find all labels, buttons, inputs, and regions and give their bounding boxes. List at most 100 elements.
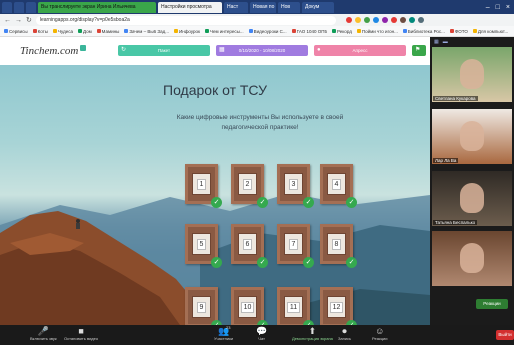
- share-screen-button[interactable]: ⬆ Демонстрация экрана: [292, 326, 333, 341]
- logo-badge-icon: [80, 45, 87, 51]
- bookmark-item[interactable]: ГАО 1040 ОП5: [291, 29, 327, 34]
- gift-card-number: 8: [331, 238, 342, 250]
- bookmark-item[interactable]: Для компьют...: [472, 29, 508, 34]
- bookmark-item[interactable]: ФОТО: [449, 29, 468, 34]
- browser-tab[interactable]: [14, 1, 24, 13]
- bookmark-item[interactable]: Видеоуроки С...: [248, 29, 287, 34]
- site-logo[interactable]: Tinchem.com: [20, 45, 110, 57]
- bookmark-item[interactable]: Библиотека Рос...: [402, 28, 445, 34]
- extension-icon[interactable]: [354, 17, 361, 23]
- gift-card[interactable]: 8 ✓: [320, 224, 357, 268]
- gift-card-frame: 7: [284, 233, 303, 255]
- browser-tab[interactable]: Докум: [302, 1, 334, 13]
- extension-icon[interactable]: [408, 17, 415, 23]
- reload-icon[interactable]: ↻: [26, 16, 32, 24]
- chat-button[interactable]: 💬 Чат: [256, 326, 267, 341]
- gift-card[interactable]: 7 ✓: [277, 224, 314, 268]
- gift-card[interactable]: 4 ✓: [320, 164, 357, 208]
- browser-tab[interactable]: Новая по: [250, 1, 276, 13]
- profile-avatar[interactable]: [417, 17, 424, 23]
- bookmark-label: Рекорд: [336, 28, 352, 34]
- bookmark-item[interactable]: Коты: [32, 29, 48, 34]
- url-input[interactable]: learningapps.org/display?v=p0e5sboa2a: [35, 15, 336, 25]
- bookmark-item[interactable]: Чем интересы...: [205, 29, 244, 34]
- header-pill[interactable]: ▦ 0/10/2020 - 10/08/2020: [216, 45, 308, 56]
- gift-card[interactable]: 10✓: [231, 287, 268, 325]
- bookmark-favicon-icon: [4, 29, 8, 33]
- gift-card-number: 4: [331, 178, 342, 190]
- browser-tab[interactable]: Вы транслируете экран Ирина Ильичева: [38, 1, 156, 13]
- gift-card-frame: 2: [238, 173, 257, 195]
- gift-card[interactable]: 3 ✓: [277, 164, 314, 208]
- participant-video-tile[interactable]: [432, 231, 512, 286]
- header-pill-label: Апресс: [352, 48, 368, 53]
- gift-card-number: 5: [196, 238, 207, 250]
- extension-icon[interactable]: [372, 17, 379, 23]
- browser-tab[interactable]: [26, 1, 36, 13]
- gift-card[interactable]: 12✓: [320, 287, 357, 325]
- gift-card-number: 10: [240, 301, 255, 313]
- extension-icon[interactable]: [381, 17, 388, 23]
- bookmark-favicon-icon: [472, 29, 477, 33]
- gift-card[interactable]: 1 ✓: [185, 164, 222, 208]
- reactions-button[interactable]: Реакции: [476, 299, 508, 309]
- close-icon[interactable]: ×: [506, 4, 510, 11]
- end-meeting-button[interactable]: Выйти: [496, 330, 514, 340]
- gift-card-frame: 4: [327, 173, 346, 195]
- bookmark-item[interactable]: Дом: [77, 29, 92, 34]
- gift-card[interactable]: 5 ✓: [185, 224, 222, 268]
- extension-icon[interactable]: [390, 17, 397, 23]
- participants-button[interactable]: 👥 23 Участники: [214, 325, 233, 341]
- browser-tab[interactable]: Наст: [224, 1, 248, 13]
- bookmark-label: Библиотека Рос...: [407, 28, 445, 34]
- gift-card[interactable]: 2 ✓: [231, 164, 268, 208]
- browser-tab[interactable]: [2, 1, 12, 13]
- check-icon: ✓: [211, 257, 222, 268]
- browser-tab[interactable]: Настройки просмотра: [158, 1, 222, 13]
- meeting-toolbar: Выйти 🎤 Включить звук ■ Остановить видео 👥 23…: [0, 325, 514, 345]
- participant-video-tile[interactable]: Лар Ла Ва: [432, 109, 512, 164]
- forward-icon[interactable]: →: [15, 17, 22, 24]
- board-subtitle: Какие цифровые инструменты Вы использует…: [176, 114, 344, 131]
- bookmark-item[interactable]: Чудеса: [52, 29, 73, 34]
- gift-card-number: 9: [196, 301, 207, 313]
- bookmark-item[interactable]: Зачем – Вы6 Зад...: [124, 29, 169, 34]
- back-icon[interactable]: ←: [4, 17, 11, 24]
- extension-icon[interactable]: [363, 17, 370, 23]
- bookmark-item[interactable]: Мамины: [96, 29, 119, 34]
- check-icon: ✓: [303, 197, 314, 208]
- participant-name: Светлана Кукарова: [433, 96, 478, 101]
- bookmarks-bar: Сервисы Коты Чудеса Дом Мамины Зачем – Вы6 За…: [0, 26, 514, 37]
- address-bar: ← → ↻ learningapps.org/display?v=p0e5sbo…: [0, 14, 514, 26]
- record-button[interactable]: ⏺ Запись: [338, 326, 351, 341]
- bookmark-favicon-icon: [77, 29, 82, 33]
- header-pill[interactable]: ● Апресс: [314, 45, 406, 56]
- header-pill[interactable]: ⚑: [412, 45, 426, 56]
- bookmark-label: Инфоурок: [178, 28, 201, 34]
- gift-card[interactable]: 11✓: [277, 287, 314, 325]
- gift-card[interactable]: 6 ✓: [231, 224, 268, 268]
- toolbar-button-label: Остановить видео: [64, 336, 99, 341]
- extension-icon[interactable]: [345, 17, 352, 23]
- microphone-button[interactable]: 🎤 Включить звук: [30, 326, 57, 341]
- bookmark-item[interactable]: Рекорд: [331, 28, 352, 34]
- video-button[interactable]: ■ Остановить видео: [64, 326, 98, 341]
- participant-video-tile[interactable]: Светлана Кукарова: [432, 47, 512, 102]
- collapse-icon[interactable]: ▬: [443, 39, 448, 45]
- minimize-icon[interactable]: –: [486, 4, 490, 11]
- browser-tab[interactable]: Нов: [278, 1, 300, 13]
- bookmark-item[interactable]: Пойми что игон...: [356, 29, 398, 34]
- check-icon: ✓: [303, 257, 314, 268]
- participant-video-tile[interactable]: Татьяна Беспалько: [432, 171, 512, 226]
- participants-panel: ▦ ▬ Реакции Светлана Кукарова Лар Ла Ва Та…: [430, 37, 514, 325]
- record-icon: ⏺: [342, 326, 347, 336]
- extension-icon[interactable]: [399, 17, 406, 23]
- bookmark-favicon-icon: [124, 29, 129, 33]
- bookmark-item[interactable]: Инфоурок: [173, 28, 201, 34]
- gift-card[interactable]: 9✓: [185, 287, 222, 325]
- reactions-button[interactable]: ☺ Реакции: [372, 326, 387, 341]
- grid-view-icon[interactable]: ▦: [434, 39, 439, 45]
- maximize-icon[interactable]: □: [496, 4, 500, 11]
- header-pill[interactable]: ↻ Пакет: [118, 45, 210, 56]
- bookmark-item[interactable]: Сервисы: [4, 29, 28, 34]
